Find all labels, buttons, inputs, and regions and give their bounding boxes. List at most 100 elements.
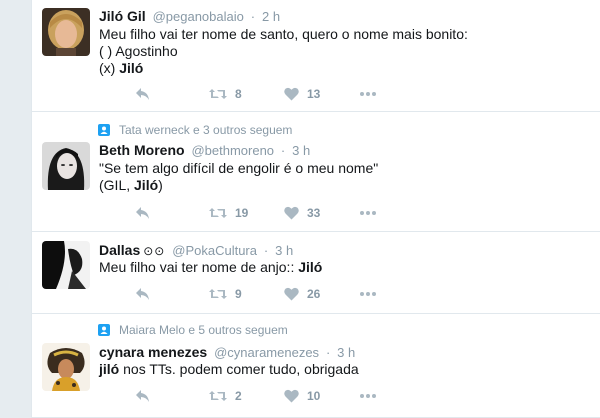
tweet-text: "Se tem algo difícil de engolir é o meu … [99, 160, 378, 194]
tweet-text-fragment: (x) [99, 60, 120, 76]
highlighted-term[interactable]: Jiló [134, 177, 158, 193]
retweet-button[interactable]: 9 [209, 284, 242, 304]
social-context-text[interactable]: Maiara Melo e 5 outros seguem [119, 323, 288, 337]
more-options-button[interactable] [359, 203, 377, 223]
more-icon [360, 394, 376, 398]
retweet-icon [209, 289, 227, 299]
separator: · [250, 9, 256, 24]
heart-icon [284, 87, 299, 101]
avatar[interactable] [42, 142, 90, 190]
retweet-icon [209, 391, 227, 401]
tweet-dallas[interactable]: Dallas ⊙⊙ @PokaCultura · 3 h Meu filho va… [32, 232, 600, 314]
retweet-count: 8 [235, 87, 242, 101]
reply-button[interactable] [135, 84, 151, 104]
avatar[interactable] [42, 343, 90, 391]
retweet-button[interactable]: 2 [209, 386, 242, 406]
user-name[interactable]: Jiló Gil [99, 8, 146, 24]
user-handle[interactable]: @cynaramenezes [214, 345, 319, 360]
tweet-header: Dallas ⊙⊙ @PokaCultura · 3 h [99, 242, 293, 259]
avatar[interactable] [42, 241, 90, 289]
like-count: 10 [307, 389, 321, 403]
separator: · [280, 143, 286, 158]
tweet-text-line: jiló nos TTs. podem comer tudo, obrigada [99, 361, 359, 378]
timestamp[interactable]: 3 h [337, 345, 355, 360]
highlighted-term[interactable]: jiló [99, 361, 119, 377]
user-name[interactable]: Beth Moreno [99, 142, 185, 158]
like-count: 13 [307, 87, 321, 101]
timestamp[interactable]: 3 h [292, 143, 310, 158]
user-follow-icon [98, 324, 110, 336]
retweet-count: 9 [235, 287, 242, 301]
tweet-text-line: ( ) Agostinho [99, 43, 178, 59]
tweet-actions: 2 10 [99, 386, 399, 406]
more-options-button[interactable] [359, 84, 377, 104]
tweet-text-line: Meu filho vai ter nome de anjo:: Jiló [99, 259, 322, 276]
user-handle[interactable]: @peganobalaio [153, 9, 244, 24]
tweet-header: Jiló Gil @peganobalaio · 2 h [99, 8, 280, 25]
retweet-button[interactable]: 19 [209, 203, 248, 223]
timestamp[interactable]: 2 h [262, 9, 280, 24]
tweet-text: Meu filho vai ter nome de anjo:: Jiló [99, 259, 322, 276]
reply-button[interactable] [135, 386, 151, 406]
user-handle[interactable]: @bethmoreno [191, 143, 274, 158]
tweet-text-line: (GIL, Jiló) [99, 177, 378, 194]
like-count: 33 [307, 206, 321, 220]
tweet-text-fragment: (GIL, [99, 177, 135, 193]
retweet-icon [209, 89, 227, 99]
reply-icon [136, 88, 149, 100]
tweet-text: Meu filho vai ter nome de santo, quero o… [99, 26, 468, 77]
more-icon [360, 292, 376, 296]
timestamp[interactable]: 3 h [275, 243, 293, 258]
tweet-actions: 8 13 [99, 84, 399, 104]
tweet-text-line: Meu filho vai ter nome de santo, quero o… [99, 26, 468, 42]
retweet-count: 19 [235, 206, 249, 220]
tweet-header: Beth Moreno @bethmoreno · 3 h [99, 142, 310, 159]
name-emoji: ⊙⊙ [143, 244, 166, 258]
more-options-button[interactable] [359, 284, 377, 304]
more-icon [360, 211, 376, 215]
tweet-text-fragment: ) [158, 177, 163, 193]
tweet-text-fragment: Meu filho vai ter nome de anjo:: [99, 259, 299, 275]
retweet-count: 2 [235, 389, 242, 403]
reply-icon [136, 390, 149, 402]
highlighted-term[interactable]: Jiló [119, 60, 143, 76]
heart-icon [284, 389, 299, 403]
tweet-actions: 9 26 [99, 284, 399, 304]
tweet-text: jiló nos TTs. podem comer tudo, obrigada [99, 361, 359, 378]
tweet-text-line: (x) Jiló [99, 60, 468, 77]
like-count: 26 [307, 287, 321, 301]
tweet-header: cynara menezes @cynaramenezes · 3 h [99, 344, 355, 361]
avatar[interactable] [42, 8, 90, 56]
user-name[interactable]: cynara menezes [99, 344, 207, 360]
reply-icon [136, 288, 149, 300]
separator: · [263, 243, 269, 258]
social-context: Tata werneck e 3 outros seguem [98, 123, 292, 137]
heart-icon [284, 206, 299, 220]
reply-button[interactable] [135, 284, 151, 304]
reply-icon [136, 207, 149, 219]
user-handle[interactable]: @PokaCultura [172, 243, 257, 258]
tweet-actions: 19 33 [99, 203, 399, 223]
user-name[interactable]: Dallas [99, 242, 140, 258]
tweet-text-fragment: nos TTs. podem comer tudo, obrigada [119, 361, 359, 377]
like-button[interactable]: 10 [284, 386, 320, 406]
tweet-text-line: "Se tem algo difícil de engolir é o meu … [99, 160, 379, 176]
more-icon [360, 92, 376, 96]
tweet-cynara-menezes[interactable]: Maiara Melo e 5 outros seguem cynara men… [32, 314, 600, 418]
reply-button[interactable] [135, 203, 151, 223]
highlighted-term[interactable]: Jiló [298, 259, 322, 275]
heart-icon [284, 287, 299, 301]
tweet-beth-moreno[interactable]: Tata werneck e 3 outros seguem Beth More… [32, 112, 600, 232]
social-context-text[interactable]: Tata werneck e 3 outros seguem [119, 123, 292, 137]
retweet-icon [209, 208, 227, 218]
more-options-button[interactable] [359, 386, 377, 406]
like-button[interactable]: 33 [284, 203, 320, 223]
social-context: Maiara Melo e 5 outros seguem [98, 323, 288, 337]
user-follow-icon [98, 124, 110, 136]
separator: · [325, 345, 331, 360]
like-button[interactable]: 26 [284, 284, 320, 304]
timeline: Jiló Gil @peganobalaio · 2 h Meu filho v… [31, 0, 600, 418]
retweet-button[interactable]: 8 [209, 84, 242, 104]
like-button[interactable]: 13 [284, 84, 320, 104]
tweet-jilo-gil[interactable]: Jiló Gil @peganobalaio · 2 h Meu filho v… [32, 0, 600, 112]
